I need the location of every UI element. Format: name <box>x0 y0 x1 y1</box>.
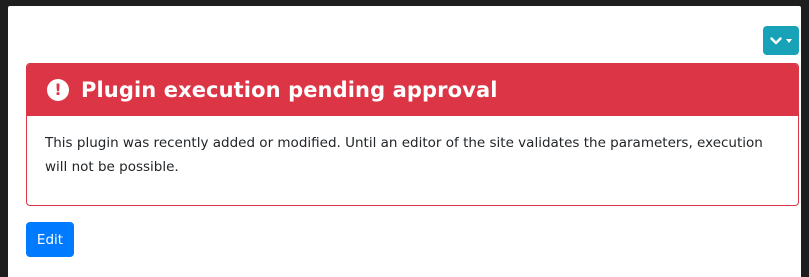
alert-body: This plugin was recently added or modifi… <box>27 116 798 179</box>
alert-message: This plugin was recently added or modifi… <box>45 135 763 175</box>
alert-title: Plugin execution pending approval <box>81 78 498 102</box>
plugin-panel: ! Plugin execution pending approval This… <box>8 6 801 277</box>
chevron-down-icon <box>770 36 782 44</box>
options-dropdown-button[interactable] <box>763 26 799 55</box>
plugin-approval-alert: ! Plugin execution pending approval This… <box>26 63 799 206</box>
alert-header: ! Plugin execution pending approval <box>27 64 798 116</box>
exclamation-mark: ! <box>54 80 62 99</box>
exclamation-circle-icon: ! <box>47 79 69 101</box>
edit-button[interactable]: Edit <box>26 222 74 257</box>
caret-down-icon <box>786 39 792 43</box>
